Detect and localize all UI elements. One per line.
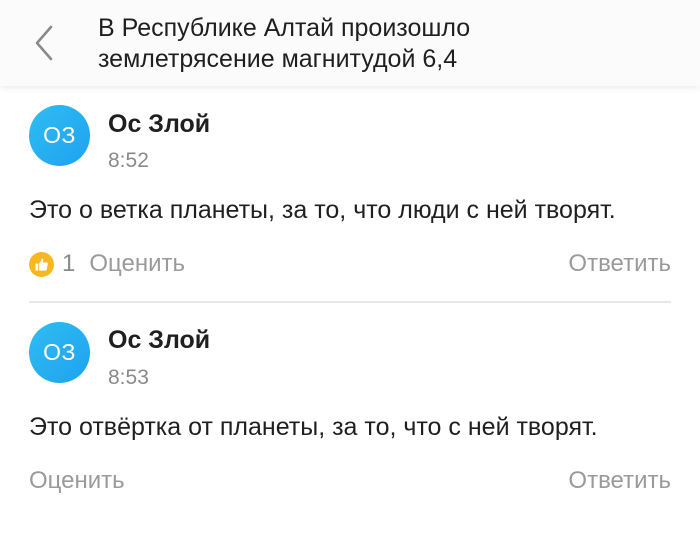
reply-button[interactable]: Ответить <box>568 250 671 278</box>
title-line-1: В Республике Алтай произошло <box>98 14 471 42</box>
comment-text: Это отвёртка от планеты, за то, что с не… <box>29 413 598 441</box>
comment-actions: 1 Оценить <box>29 250 185 278</box>
avatar[interactable]: ОЗ <box>29 322 90 383</box>
title-line-2: землетрясение магнитудой 6,4 <box>98 45 458 73</box>
thumbs-up-icon[interactable] <box>29 251 54 277</box>
top-bar: В Республике Алтай произошло землетрясен… <box>0 0 700 86</box>
rate-button[interactable]: Оценить <box>89 250 185 278</box>
like-count: 1 <box>62 250 76 277</box>
page-title: В Республике Алтай произошло землетрясен… <box>98 13 678 75</box>
reply-button[interactable]: Ответить <box>568 467 671 495</box>
comment-author[interactable]: Ос Злой <box>108 110 210 139</box>
rate-button[interactable]: Оценить <box>29 467 125 495</box>
comment-time: 8:52 <box>108 149 149 172</box>
divider <box>29 301 671 303</box>
chevron-left-icon <box>35 25 53 61</box>
avatar[interactable]: ОЗ <box>29 105 90 166</box>
comments-screen: В Республике Алтай произошло землетрясен… <box>0 0 700 551</box>
comment-time: 8:53 <box>108 366 149 389</box>
back-button[interactable] <box>22 19 66 67</box>
comment-author[interactable]: Ос Злой <box>108 326 210 355</box>
thumbs-up-glyph <box>35 258 48 271</box>
comment-actions: Оценить <box>29 467 125 495</box>
comment-text: Это о ветка планеты, за то, что люди с н… <box>29 196 616 224</box>
